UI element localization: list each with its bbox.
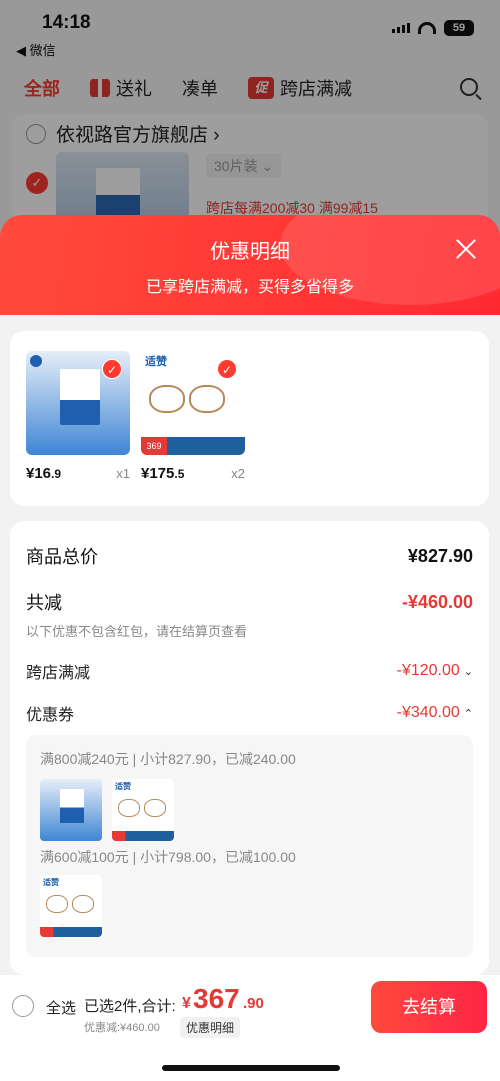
coupon-rule-1: 满800减240元 | 小计827.90，已减240.00 (40, 751, 296, 767)
close-icon[interactable] (454, 237, 478, 261)
modal-title: 优惠明细 (210, 241, 290, 263)
coupon-product-thumb: 适赞 (40, 875, 102, 937)
checkout-bar: 全选 已选2件,合计: ¥ 367 .90 优惠减:¥460.00 优惠明细 去… (0, 975, 500, 1081)
coupon-rule-2: 满600减100元 | 小计798.00，已减100.00 (40, 849, 296, 865)
select-all-label[interactable]: 全选 (46, 997, 76, 1018)
total-currency: ¥ (182, 995, 191, 1012)
brand-logo-icon (30, 355, 42, 367)
price-badge: 369 (141, 437, 167, 455)
modal-subtitle: 已享跨店满减，买得多省得多 (145, 279, 354, 296)
select-all-radio[interactable] (12, 995, 34, 1017)
coupon-value: -¥340.00 (396, 704, 460, 721)
product-item[interactable]: 适赞 369 ✓ ¥175.5 x2 (141, 351, 245, 482)
product-qty: x2 (231, 466, 245, 481)
selected-products-card: ✓ ¥16.9 x1 适赞 369 ✓ ¥175.5 x2 (10, 331, 489, 506)
product-image: 适赞 369 ✓ (141, 351, 245, 455)
product-brand: 适赞 (145, 356, 167, 368)
cross-store-row[interactable]: 跨店满减 -¥120.00 ⌄ (26, 659, 473, 683)
cross-store-value: -¥120.00 (396, 662, 460, 679)
total-price-row: 商品总价 ¥827.90 (26, 543, 473, 569)
checkmark-icon: ✓ (102, 359, 122, 379)
total-price-label: 商品总价 (26, 547, 98, 567)
product-item[interactable]: ✓ ¥16.9 x1 (26, 351, 130, 482)
checkout-button[interactable]: 去结算 (371, 981, 487, 1033)
product-price: ¥175.5 (141, 465, 185, 482)
home-indicator[interactable] (162, 1065, 340, 1071)
coupon-row[interactable]: 优惠券 -¥340.00 ⌃ (26, 701, 473, 725)
discount-modal-header: 优惠明细 已享跨店满减，买得多省得多 (0, 215, 500, 325)
total-amount-dec: .90 (243, 995, 264, 1012)
cross-store-label: 跨店满减 (26, 665, 91, 682)
product-image: ✓ (26, 351, 130, 455)
checkmark-icon: ✓ (217, 359, 237, 379)
coupon-label: 优惠券 (26, 707, 75, 724)
total-price-value: ¥827.90 (407, 545, 473, 566)
coupon-product-thumb (40, 779, 102, 841)
total-discount-label: 共减 (26, 593, 62, 613)
discount-summary: 优惠减:¥460.00 (84, 1022, 160, 1034)
coupon-product-thumb: 适赞 (112, 779, 174, 841)
discount-modal-body: ✓ ¥16.9 x1 适赞 369 ✓ ¥175.5 x2 商品总价 ¥827.… (0, 315, 500, 975)
product-qty: x1 (116, 466, 130, 481)
coupon-detail-box: 满800减240元 | 小计827.90，已减240.00 适赞 满600减10… (26, 735, 473, 957)
total-discount-value: -¥460.00 (401, 591, 473, 612)
cart-background: 14:18 ◀ 微信 59 全部 送礼 凑单 促 跨店满减 依视路官方旗舰店 ›… (0, 0, 500, 254)
glasses-frame-right (189, 385, 225, 413)
discount-note: 以下优惠不包含红包，请在结算页查看 (26, 624, 248, 639)
modal-overlay[interactable] (0, 0, 500, 240)
glasses-frame-left (149, 385, 185, 413)
total-amount-int: 367 (193, 983, 240, 1014)
total-discount-row: 共减 -¥460.00 (26, 589, 473, 615)
chevron-up-icon: ⌃ (463, 707, 473, 720)
discount-detail-button[interactable]: 优惠明细 (180, 1017, 241, 1038)
price-breakdown-card: 商品总价 ¥827.90 共减 -¥460.00 以下优惠不包含红包，请在结算页… (10, 521, 489, 975)
product-price: ¥16.9 (26, 465, 62, 482)
chevron-down-icon: ⌄ (463, 665, 473, 678)
selected-count: 已选2件,合计: (84, 998, 176, 1015)
